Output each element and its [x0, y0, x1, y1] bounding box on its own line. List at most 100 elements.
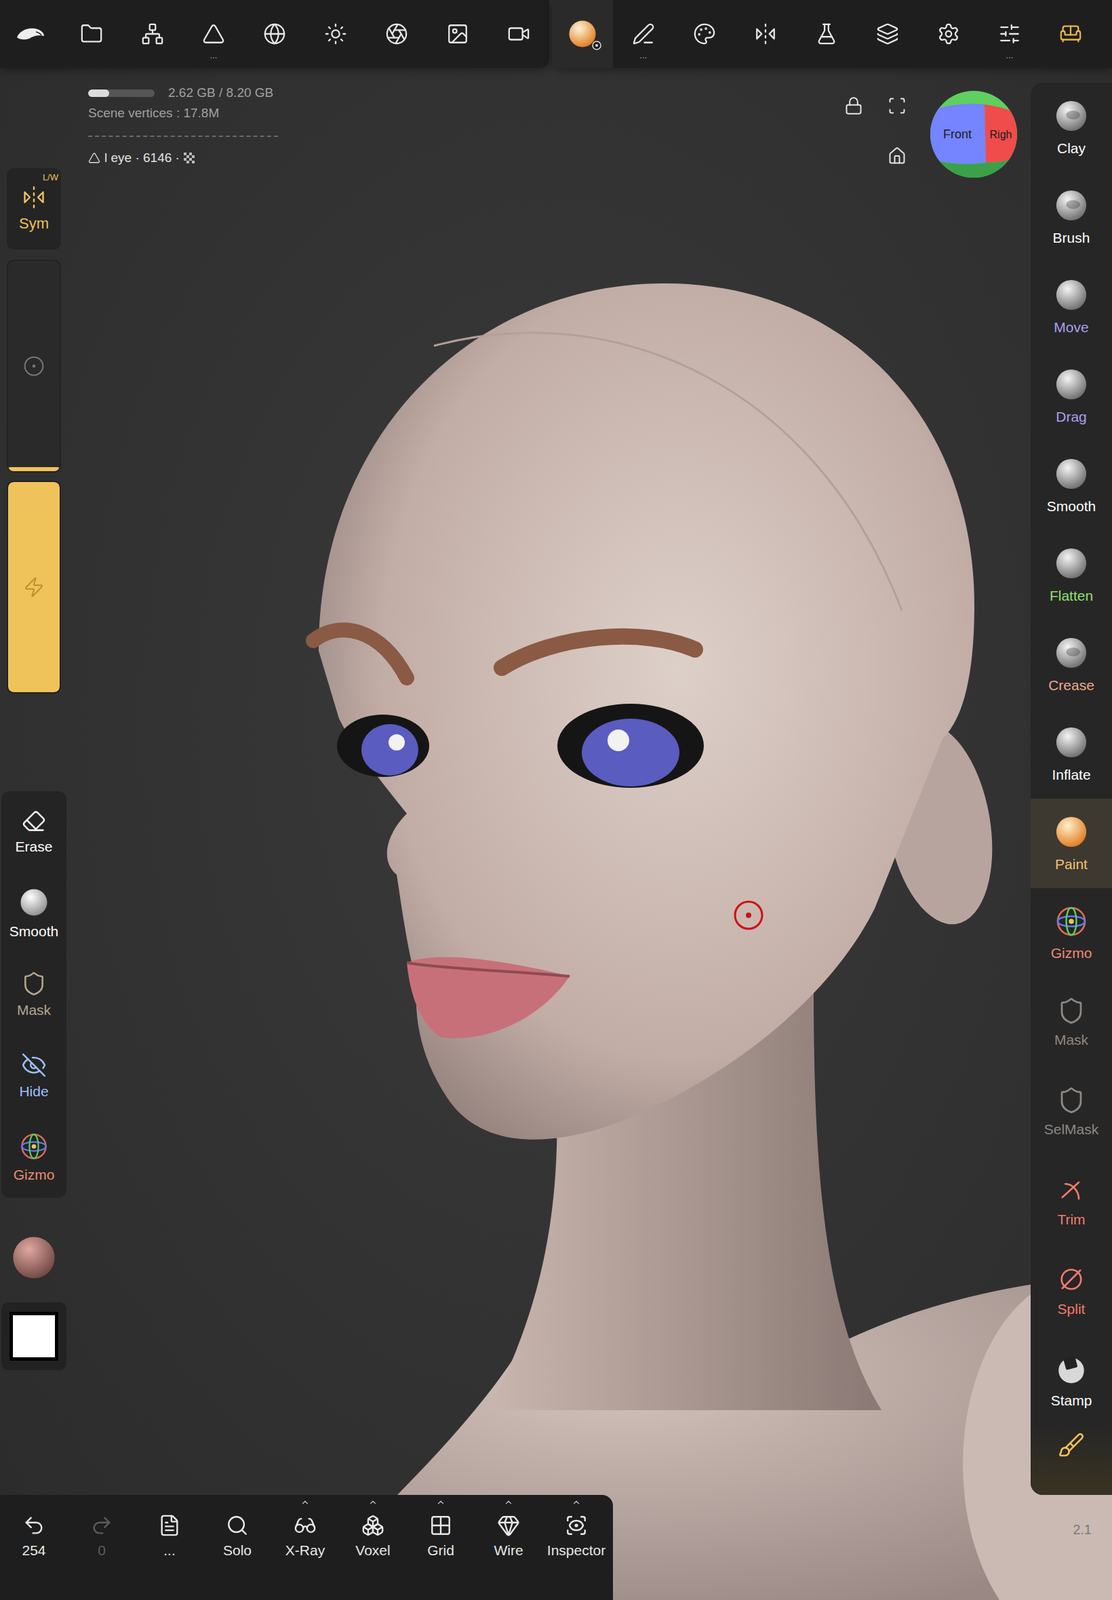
- toolbar-button[interactable]: [427, 0, 489, 68]
- toolbar-button[interactable]: [0, 0, 62, 68]
- lock-button[interactable]: [842, 96, 866, 116]
- tool-sphere-icon: [1053, 187, 1089, 224]
- intensity-slider[interactable]: [6, 480, 62, 694]
- bottom-button[interactable]: 0: [67, 1495, 136, 1600]
- mesh-icon: [202, 22, 226, 46]
- toolbar-button[interactable]: [305, 0, 367, 68]
- light-icon: [324, 22, 348, 46]
- toolbar-button[interactable]: [735, 0, 797, 68]
- toolbar-button[interactable]: [1040, 0, 1102, 68]
- selmask-shield-icon: [1057, 1086, 1086, 1115]
- voxel-icon: [361, 1514, 385, 1538]
- toolbar-button[interactable]: ...: [979, 0, 1041, 68]
- view-gizmo[interactable]: FrontRigh: [928, 89, 1019, 180]
- eraser-icon: [21, 808, 47, 834]
- toolbar-button[interactable]: [122, 0, 184, 68]
- quick-tool[interactable]: Gizmo: [1, 1116, 67, 1199]
- tool-label: Trim: [1057, 1211, 1085, 1228]
- toolbar-button[interactable]: [857, 0, 919, 68]
- sculpt-tool[interactable]: Smooth: [1030, 440, 1112, 531]
- bottom-button[interactable]: ...: [135, 1495, 204, 1600]
- gizmo-icon: [18, 1131, 49, 1162]
- vertices-text: Scene vertices : 17.8M: [88, 105, 220, 121]
- material-button[interactable]: [8, 1232, 60, 1284]
- sculpt-tool[interactable]: Drag: [1030, 351, 1112, 441]
- home-button[interactable]: [885, 146, 909, 166]
- stage: L/WSymEraseSmoothMaskHideGizmo2.62 GB / …: [0, 67, 1112, 1600]
- sculpt-tool[interactable]: Crease: [1030, 619, 1112, 710]
- toolbar-button[interactable]: [488, 0, 550, 68]
- sculpt-tool[interactable]: Trim: [1030, 1156, 1112, 1247]
- bottom-button[interactable]: X-Ray: [271, 1495, 340, 1600]
- toolbar-button[interactable]: [244, 0, 306, 68]
- version-label: 2.1: [1072, 1522, 1112, 1600]
- sculpt-viewport[interactable]: [0, 0, 1112, 1600]
- tool-sphere-icon: [1053, 456, 1089, 492]
- mask-shield-icon: [21, 970, 47, 997]
- main-row: L/WSymEraseSmoothMaskHideGizmo2.62 GB / …: [0, 67, 1112, 1496]
- object-name: l eye · 6146 ·: [104, 150, 180, 166]
- caret-icon: [571, 1497, 582, 1508]
- symmetry-label: Sym: [18, 214, 49, 233]
- tool-label: Paint: [1055, 856, 1088, 873]
- toolbar-button[interactable]: [673, 0, 736, 68]
- sculpt-tool[interactable]: Split: [1030, 1246, 1112, 1336]
- color-swatch[interactable]: [9, 1312, 59, 1361]
- bottom-label: Voxel: [355, 1542, 390, 1559]
- toolbar-button[interactable]: [61, 0, 123, 68]
- toolbar-button[interactable]: [551, 0, 613, 68]
- bottom-row: 2540... Solo X-Ray Voxel GridWireInspector 2.…: [0, 1495, 1112, 1600]
- tool-sphere-icon: [1053, 98, 1089, 134]
- sculpt-tool[interactable]: Paint: [1030, 798, 1112, 889]
- overlay: L/WSymEraseSmoothMaskHideGizmo2.62 GB / …: [0, 67, 1112, 1600]
- symmetry-badge: L/W: [42, 172, 59, 183]
- bottom-button[interactable]: 254: [0, 1495, 68, 1600]
- tool-more[interactable]: [1030, 1425, 1112, 1496]
- xray-icon: [293, 1514, 317, 1538]
- sculpt-tool[interactable]: Flatten: [1030, 530, 1112, 620]
- tool-label: Inflate: [1051, 766, 1091, 784]
- bottom-button[interactable]: Voxel: [339, 1495, 407, 1600]
- sculpt-tool[interactable]: Clay: [1030, 82, 1112, 173]
- toolbar-button[interactable]: [366, 0, 428, 68]
- toolbar-button[interactable]: [796, 0, 858, 68]
- symmetry-button[interactable]: L/W Sym: [6, 168, 62, 250]
- more-indicator: ...: [1006, 50, 1014, 60]
- split-icon: [1056, 1264, 1087, 1295]
- sculpt-tool[interactable]: Move: [1030, 261, 1112, 352]
- sculpt-tool[interactable]: Mask: [1030, 977, 1112, 1068]
- memory-text: 2.62 GB / 8.20 GB: [168, 85, 274, 101]
- bottom-label: Solo: [223, 1542, 252, 1559]
- quick-tool[interactable]: Erase: [1, 791, 67, 873]
- bottom-button[interactable]: Grid: [406, 1495, 475, 1600]
- bottom-button[interactable]: Solo: [203, 1495, 272, 1600]
- sculpt-tool[interactable]: Inflate: [1030, 709, 1112, 799]
- toolbar-segment: ......: [551, 0, 1112, 68]
- tool-sphere-icon: [1053, 277, 1089, 313]
- bottom-button[interactable]: Wire: [474, 1495, 543, 1600]
- tool-label: Stamp: [1050, 1392, 1093, 1409]
- tool-label: Crease: [1048, 677, 1095, 694]
- tool-sphere-icon: [1053, 545, 1089, 582]
- fullscreen-button[interactable]: [885, 96, 909, 116]
- bottom-button[interactable]: Inspector: [542, 1495, 611, 1600]
- sculpt-tool[interactable]: Brush: [1030, 172, 1112, 262]
- caret-icon: [300, 1497, 310, 1508]
- tool-label: Move: [1053, 319, 1089, 336]
- quick-tool[interactable]: Hide: [1, 1035, 67, 1117]
- toolbar-button[interactable]: [918, 0, 980, 68]
- sculpt-tool[interactable]: Gizmo: [1030, 888, 1112, 978]
- quick-tool[interactable]: Mask: [1, 954, 67, 1036]
- sliders-icon: [998, 22, 1022, 46]
- object-row[interactable]: l eye · 6146 ·: [88, 150, 278, 166]
- quick-tool[interactable]: Smooth: [1, 872, 67, 955]
- sculpt-tool[interactable]: SelMask: [1030, 1067, 1112, 1157]
- caret-icon: [435, 1497, 446, 1508]
- paint-sphere-icon: [1053, 814, 1089, 850]
- radius-slider[interactable]: [6, 259, 62, 473]
- toolbar-button[interactable]: ...: [183, 0, 245, 68]
- tool-label: Clay: [1057, 140, 1086, 157]
- toolbar-button[interactable]: ...: [612, 0, 674, 68]
- sculpt-tool[interactable]: Stamp: [1030, 1335, 1112, 1426]
- symmetry-icon: [753, 22, 778, 46]
